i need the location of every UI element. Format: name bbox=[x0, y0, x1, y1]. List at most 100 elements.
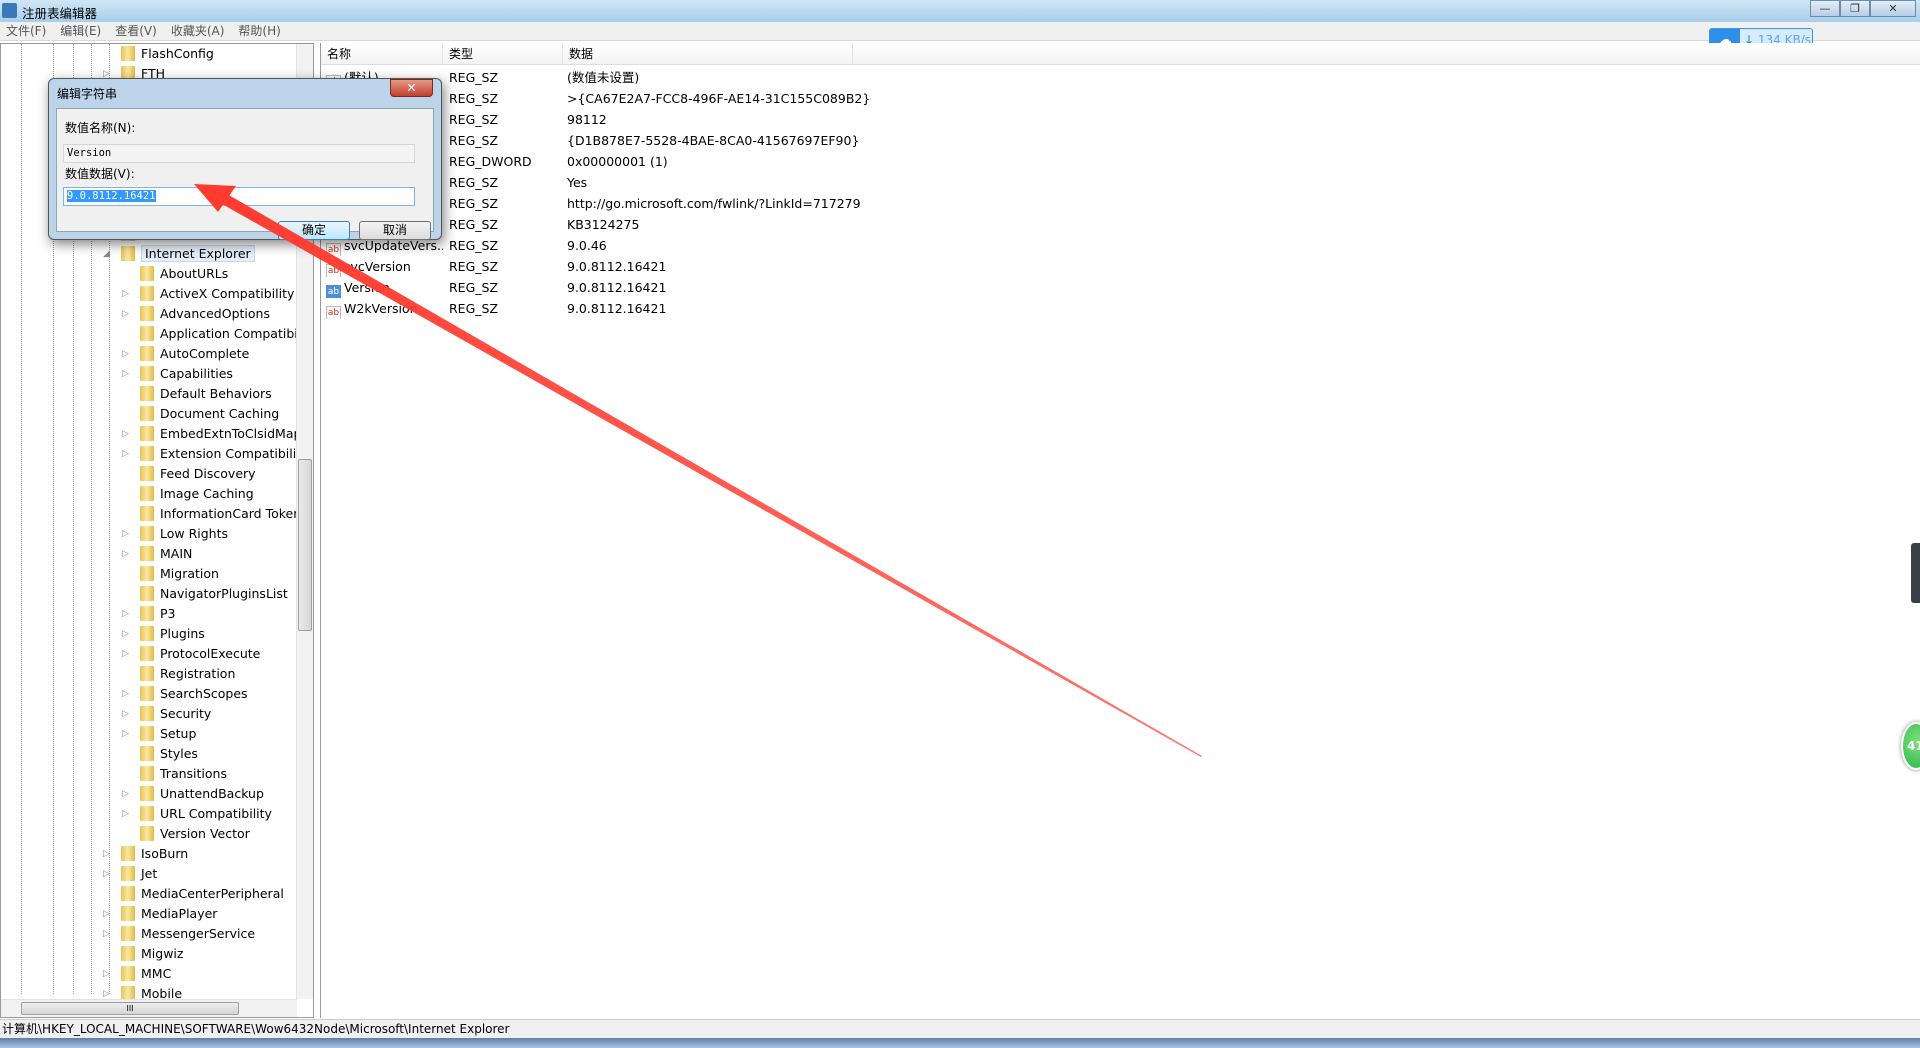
tree-item-label: P3 bbox=[160, 606, 176, 621]
tree-item-label: Feed Discovery bbox=[160, 466, 256, 481]
tree-item[interactable]: Styles bbox=[140, 744, 198, 764]
tree-item[interactable]: ▷ AdvancedOptions bbox=[122, 304, 270, 324]
tree-item[interactable]: Migration bbox=[140, 564, 219, 584]
expand-toggle-icon[interactable]: ▷ bbox=[122, 804, 132, 824]
tree-item[interactable]: ▷ ActiveX Compatibility bbox=[122, 284, 294, 304]
tree-item[interactable]: ▷ SearchScopes bbox=[122, 684, 248, 704]
folder-icon bbox=[140, 826, 154, 841]
folder-icon bbox=[140, 406, 154, 421]
expand-toggle-icon[interactable]: ▷ bbox=[122, 304, 132, 324]
folder-icon bbox=[140, 286, 154, 301]
expand-toggle-icon[interactable]: ▷ bbox=[103, 964, 113, 984]
tree-item[interactable]: NavigatorPluginsList bbox=[140, 584, 288, 604]
expand-toggle-icon[interactable]: ▷ bbox=[122, 624, 132, 644]
tree-item[interactable]: ▷ EmbedExtnToClsidMappings bbox=[122, 424, 313, 444]
tree-item[interactable]: ▷ P3 bbox=[122, 604, 176, 624]
tree-item[interactable]: AboutURLs bbox=[140, 264, 228, 284]
tree-scroll-thumb[interactable] bbox=[298, 459, 312, 631]
expand-toggle-icon[interactable]: ▷ bbox=[103, 904, 113, 924]
tree-item-label: MMC bbox=[141, 966, 172, 981]
menu-view[interactable]: 查看(V) bbox=[115, 22, 157, 40]
tree-item[interactable]: ▷ AutoComplete bbox=[122, 344, 250, 364]
tree-item[interactable]: ▷ MAIN bbox=[122, 544, 192, 564]
menu-favorites[interactable]: 收藏夹(A) bbox=[171, 22, 225, 40]
value-type: REG_SZ bbox=[449, 301, 499, 316]
tree-item[interactable]: Registration bbox=[140, 664, 235, 684]
tree-item[interactable]: InformationCard Token bbox=[140, 504, 301, 524]
expand-toggle-icon[interactable]: ▷ bbox=[122, 364, 132, 384]
expand-toggle-icon[interactable]: ▷ bbox=[122, 604, 132, 624]
tree-item[interactable]: Document Caching bbox=[140, 404, 279, 424]
side-meter-widget[interactable] bbox=[1911, 543, 1920, 603]
expand-toggle-icon[interactable]: ▷ bbox=[103, 924, 113, 944]
values-list[interactable]: 名称 类型 数据 ab(默认)REG_SZ(数值未设置)abREG_SZ>{CA… bbox=[320, 43, 1920, 1018]
tree-item-label: AdvancedOptions bbox=[160, 306, 270, 321]
tree-item[interactable]: Application Compatibility bbox=[140, 324, 313, 344]
expand-toggle-icon[interactable]: ▷ bbox=[122, 644, 132, 664]
registry-path: 计算机\HKEY_LOCAL_MACHINE\SOFTWARE\Wow6432N… bbox=[2, 1022, 510, 1036]
value-row[interactable]: ab svcVersion REG_SZ 9.0.8112.16421 bbox=[321, 256, 666, 277]
tree-item[interactable]: ▷ Jet bbox=[103, 864, 157, 884]
tree-item[interactable]: ▷ URL Compatibility bbox=[122, 804, 272, 824]
column-data[interactable]: 数据 bbox=[563, 43, 853, 65]
expand-toggle-icon[interactable]: ▷ bbox=[103, 844, 113, 864]
value-data: KB3124275 bbox=[567, 217, 640, 232]
tree-item[interactable]: ▷ Low Rights bbox=[122, 524, 228, 544]
folder-icon bbox=[140, 626, 154, 641]
tree-item-label: AutoComplete bbox=[160, 346, 250, 361]
expand-toggle-icon[interactable]: ▷ bbox=[122, 444, 132, 464]
expand-toggle-icon[interactable]: ▷ bbox=[122, 704, 132, 724]
expand-toggle-icon[interactable]: ▷ bbox=[122, 544, 132, 564]
column-name[interactable]: 名称 bbox=[321, 43, 443, 65]
tree-item[interactable]: ▷ Extension Compatibility bbox=[122, 444, 309, 464]
tree-item[interactable]: ▷ Plugins bbox=[122, 624, 205, 644]
minimize-button[interactable]: — bbox=[1810, 0, 1840, 17]
cancel-button[interactable]: 取消 bbox=[359, 221, 431, 240]
expand-toggle-icon[interactable]: ▷ bbox=[122, 784, 132, 804]
tree-item[interactable]: ▷ IsoBurn bbox=[103, 844, 188, 864]
tree-item[interactable]: Transitions bbox=[140, 764, 227, 784]
folder-icon bbox=[121, 886, 135, 901]
tree-item-label: MessengerService bbox=[141, 926, 256, 941]
ok-button[interactable]: 确定 bbox=[278, 221, 350, 240]
tree-item[interactable]: ▷ Setup bbox=[122, 724, 196, 744]
tree-item[interactable]: ▷ Security bbox=[122, 704, 211, 724]
menu-bar: 文件(F) 编辑(E) 查看(V) 收藏夹(A) 帮助(H) bbox=[0, 22, 1920, 41]
expand-toggle-icon[interactable]: ▷ bbox=[122, 284, 132, 304]
expand-toggle-icon[interactable]: ▷ bbox=[122, 524, 132, 544]
tree-item[interactable]: FlashConfig bbox=[121, 44, 214, 64]
menu-edit[interactable]: 编辑(E) bbox=[60, 22, 101, 40]
tree-item[interactable]: ◢ Internet Explorer bbox=[103, 244, 255, 264]
tree-item[interactable]: Version Vector bbox=[140, 824, 250, 844]
tree-item[interactable]: ▷ MediaPlayer bbox=[103, 904, 217, 924]
tree-item[interactable]: Image Caching bbox=[140, 484, 254, 504]
expand-toggle-icon[interactable]: ▷ bbox=[122, 724, 132, 744]
value-row[interactable]: ab W2kVersion REG_SZ 9.0.8112.16421 bbox=[321, 298, 666, 319]
tree-item[interactable]: ▷ Capabilities bbox=[122, 364, 233, 384]
column-type[interactable]: 类型 bbox=[443, 43, 563, 65]
expand-toggle-icon[interactable]: ▷ bbox=[122, 684, 132, 704]
close-button[interactable]: ✕ bbox=[1870, 0, 1916, 17]
value-row[interactable]: ab Version REG_SZ 9.0.8112.16421 bbox=[321, 277, 666, 298]
tree-item[interactable]: Default Behaviors bbox=[140, 384, 272, 404]
maximize-button[interactable]: ❐ bbox=[1840, 0, 1870, 17]
menu-file[interactable]: 文件(F) bbox=[6, 22, 46, 40]
tree-hscroll-thumb[interactable]: III bbox=[21, 1002, 239, 1015]
tree-item[interactable]: Migwiz bbox=[121, 944, 183, 964]
value-data-input[interactable]: 9.0.8112.16421 bbox=[63, 187, 415, 206]
tree-item[interactable]: ▷ UnattendBackup bbox=[122, 784, 264, 804]
tree-item[interactable]: ▷ ProtocolExecute bbox=[122, 644, 260, 664]
value-data: Yes bbox=[567, 175, 588, 190]
expand-toggle-icon[interactable]: ▷ bbox=[122, 344, 132, 364]
expand-toggle-icon[interactable]: ◢ bbox=[103, 244, 113, 264]
tree-item-label: Internet Explorer bbox=[141, 245, 255, 262]
expand-toggle-icon[interactable]: ▷ bbox=[103, 864, 113, 884]
tree-item[interactable]: ▷ MMC bbox=[103, 964, 172, 984]
tree-item[interactable]: MediaCenterPeripheral bbox=[121, 884, 284, 904]
tree-item[interactable]: Feed Discovery bbox=[140, 464, 256, 484]
tree-horizontal-scrollbar[interactable]: III bbox=[1, 999, 297, 1017]
dialog-close-button[interactable]: ✕ bbox=[390, 79, 433, 97]
tree-item[interactable]: ▷ MessengerService bbox=[103, 924, 256, 944]
expand-toggle-icon[interactable]: ▷ bbox=[122, 424, 132, 444]
menu-help[interactable]: 帮助(H) bbox=[238, 22, 280, 40]
